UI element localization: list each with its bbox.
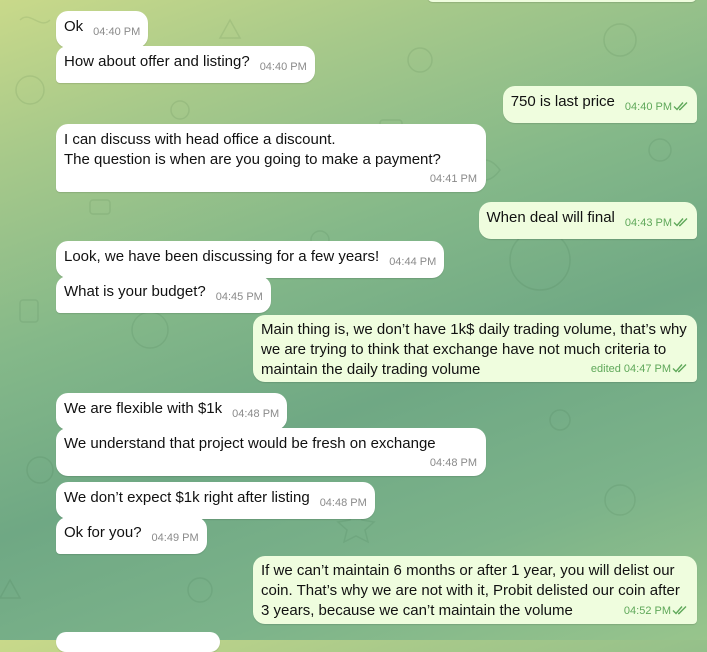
message-text: Look, we have been discussing for a few …	[64, 248, 380, 265]
message-text: Ok	[64, 18, 84, 35]
message-time: 04:47 PM	[623, 363, 671, 375]
message-time: 04:40 PM	[93, 26, 141, 38]
message-text: We don’t expect $1k right after listing	[64, 489, 310, 506]
message-text: We are flexible with $1k	[64, 400, 223, 417]
double-check-icon	[673, 218, 688, 227]
double-check-icon	[673, 102, 688, 111]
message-time: 04:41 PM	[429, 173, 477, 185]
message-incoming-partial[interactable]	[56, 632, 220, 652]
message-time: 04:40 PM	[624, 101, 672, 113]
message-incoming[interactable]: We don’t expect $1k right after listing 0…	[56, 482, 375, 519]
message-incoming[interactable]: We are flexible with $1k 04:48 PM	[56, 393, 288, 430]
chat-history[interactable]: Ok 04:40 PM How about offer and listing? 0…	[0, 0, 707, 652]
message-text: 750 is last price	[510, 93, 615, 110]
message-time: 04:45 PM	[215, 291, 263, 303]
message-incoming[interactable]: Ok 04:40 PM	[56, 11, 149, 48]
message-time: 04:40 PM	[259, 61, 307, 73]
message-time: 04:48 PM	[232, 408, 280, 420]
message-incoming[interactable]: Ok for you? 04:49 PM	[56, 517, 207, 554]
message-outgoing[interactable]: When deal will final 04:43 PM	[478, 202, 697, 239]
message-text: We understand that project would be fres…	[64, 435, 436, 452]
message-time: 04:43 PM	[624, 217, 672, 229]
message-incoming[interactable]: How about offer and listing? 04:40 PM	[56, 46, 315, 83]
message-outgoing[interactable]: Main thing is, we don’t have 1k$ daily t…	[253, 315, 697, 382]
message-incoming[interactable]: We understand that project would be fres…	[56, 428, 486, 476]
edited-label: edited	[590, 363, 621, 375]
double-check-icon	[672, 364, 687, 373]
message-time: 04:52 PM	[623, 605, 671, 617]
message-time: 04:44 PM	[389, 256, 437, 268]
message-text: Ok for you?	[64, 524, 142, 541]
double-check-icon	[672, 606, 687, 615]
message-time: 04:49 PM	[151, 532, 199, 544]
message-incoming[interactable]: I can discuss with head office a discoun…	[56, 124, 486, 192]
message-time: 04:48 PM	[319, 497, 367, 509]
message-incoming[interactable]: What is your budget? 04:45 PM	[56, 276, 271, 313]
message-text: How about offer and listing?	[64, 53, 250, 70]
message-text: When deal will final	[486, 209, 615, 226]
message-incoming[interactable]: Look, we have been discussing for a few …	[56, 241, 445, 278]
message-time: 04:48 PM	[429, 457, 477, 469]
message-text: What is your budget?	[64, 283, 206, 300]
message-outgoing[interactable]: If we can’t maintain 6 months or after 1…	[253, 556, 697, 624]
message-text: I can discuss with head office a discoun…	[64, 131, 441, 168]
message-outgoing-partial[interactable]	[427, 0, 697, 2]
message-outgoing[interactable]: 750 is last price 04:40 PM	[502, 86, 697, 123]
message-text: If we can’t maintain 6 months or after 1…	[261, 562, 680, 619]
